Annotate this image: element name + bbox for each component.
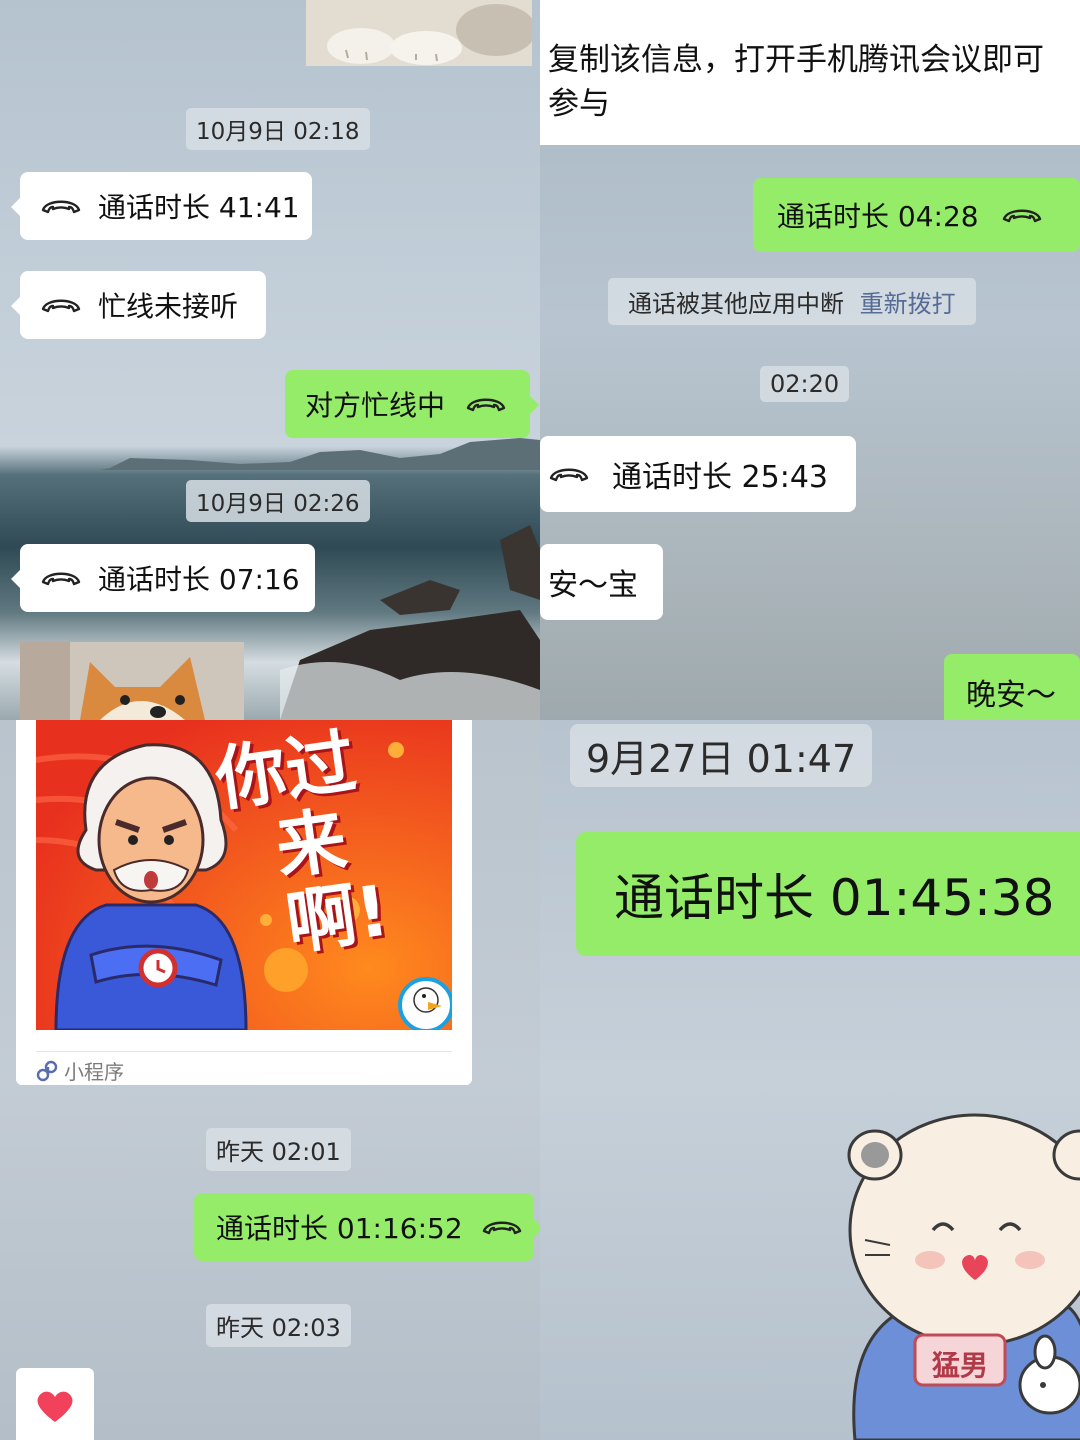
cover-title-line-2: 来啊!: [270, 798, 394, 965]
call-duration-text: 通话时长 07:16: [98, 563, 300, 596]
mini-program-icon: [36, 1060, 58, 1081]
timestamp: 昨天 02:03: [206, 1304, 351, 1347]
message-text: 晚安～: [966, 678, 1056, 713]
mini-program-label: 小程序: [64, 1060, 124, 1084]
message-text: 安～宝: [548, 568, 638, 603]
heart-icon: [37, 1391, 73, 1422]
phone-handset-icon: [40, 196, 82, 216]
call-duration-text: 通话时长 04:28: [777, 200, 979, 233]
mini-program-card[interactable]: 你过 来啊! 小程序: [16, 720, 472, 1085]
timestamp: 10月9日 02:26: [186, 480, 370, 522]
panel-bottom-right: 9月27日 01:47 通话时长 01:45:38 猛男: [540, 720, 1080, 1440]
timestamp: 10月9日 02:18: [186, 108, 370, 150]
timestamp: 9月27日 01:47: [570, 724, 873, 787]
meeting-message-text: 复制该信息，打开手机腾讯会议即可参与: [548, 42, 1044, 122]
meeting-message-bubble[interactable]: 复制该信息，打开手机腾讯会议即可参与: [540, 0, 1080, 145]
call-duration-text: 通话时长 25:43: [612, 460, 828, 495]
system-notice: 通话被其他应用中断 重新拨打: [608, 278, 976, 325]
phone-handset-icon: [548, 464, 590, 484]
call-record-bubble[interactable]: 通话时长 41:41: [11, 172, 312, 240]
call-record-bubble[interactable]: 通话时长 01:16:52: [194, 1193, 540, 1261]
timestamp: 昨天 02:01: [206, 1128, 351, 1171]
mini-program-cover: 你过 来啊!: [36, 720, 452, 1030]
call-record-bubble[interactable]: 通话时长 25:43: [540, 436, 856, 512]
phone-handset-icon: [1001, 205, 1043, 225]
text-message-bubble[interactable]: 安～宝: [540, 544, 663, 620]
system-notice-text: 通话被其他应用中断: [628, 290, 844, 318]
call-record-bubble[interactable]: 对方忙线中: [285, 370, 539, 438]
panel-top-left: 10月9日 02:18 通话时长 41:41 忙线未接听 对方忙线中 10月9日…: [0, 0, 540, 720]
card-divider: [36, 1051, 452, 1052]
heart-sticker-bubble[interactable]: [16, 1368, 94, 1440]
timestamp: 02:20: [760, 366, 850, 402]
redial-link[interactable]: 重新拨打: [860, 290, 956, 318]
call-record-bubble[interactable]: 通话时长 04:28: [753, 178, 1080, 252]
call-status-text: 忙线未接听: [98, 290, 239, 323]
phone-handset-icon: [481, 1217, 523, 1237]
call-duration-text: 通话时长 01:45:38: [614, 869, 1055, 927]
shiba-dog-image: [20, 642, 244, 720]
call-duration-text: 通话时长 41:41: [98, 191, 300, 224]
shirt-text: 猛男: [931, 1349, 988, 1382]
cat-paws-image: [306, 0, 536, 66]
hamster-sticker-image: [847, 1113, 1080, 1440]
rocks-image: [280, 525, 540, 720]
cover-title: 你过 来啊!: [191, 720, 452, 972]
phone-handset-icon: [40, 295, 82, 315]
phone-handset-icon: [465, 394, 507, 414]
call-duration-text: 通话时长 01:16:52: [216, 1212, 463, 1245]
call-status-text: 对方忙线中: [305, 389, 446, 422]
hamster-sticker[interactable]: 猛男: [835, 1080, 1080, 1440]
duck-logo-icon: [398, 977, 452, 1030]
mini-program-footer: 小程序: [36, 1056, 124, 1085]
call-record-bubble[interactable]: 通话时长 07:16: [11, 544, 315, 612]
shiba-dog-photo[interactable]: [20, 642, 244, 720]
phone-handset-icon: [40, 568, 82, 588]
call-record-bubble[interactable]: 通话时长 01:45:38: [576, 832, 1080, 956]
panel-bottom-left: 你过 来啊! 小程序 昨天 02:01 通话时长 01:16:52 昨天 02:…: [0, 720, 540, 1440]
call-record-bubble[interactable]: 忙线未接听: [11, 271, 266, 339]
cat-photo-fragment[interactable]: [306, 0, 536, 66]
panel-top-right: 复制该信息，打开手机腾讯会议即可参与 通话时长 04:28 通话被其他应用中断 …: [540, 0, 1080, 720]
text-message-bubble[interactable]: 晚安～: [944, 654, 1080, 720]
